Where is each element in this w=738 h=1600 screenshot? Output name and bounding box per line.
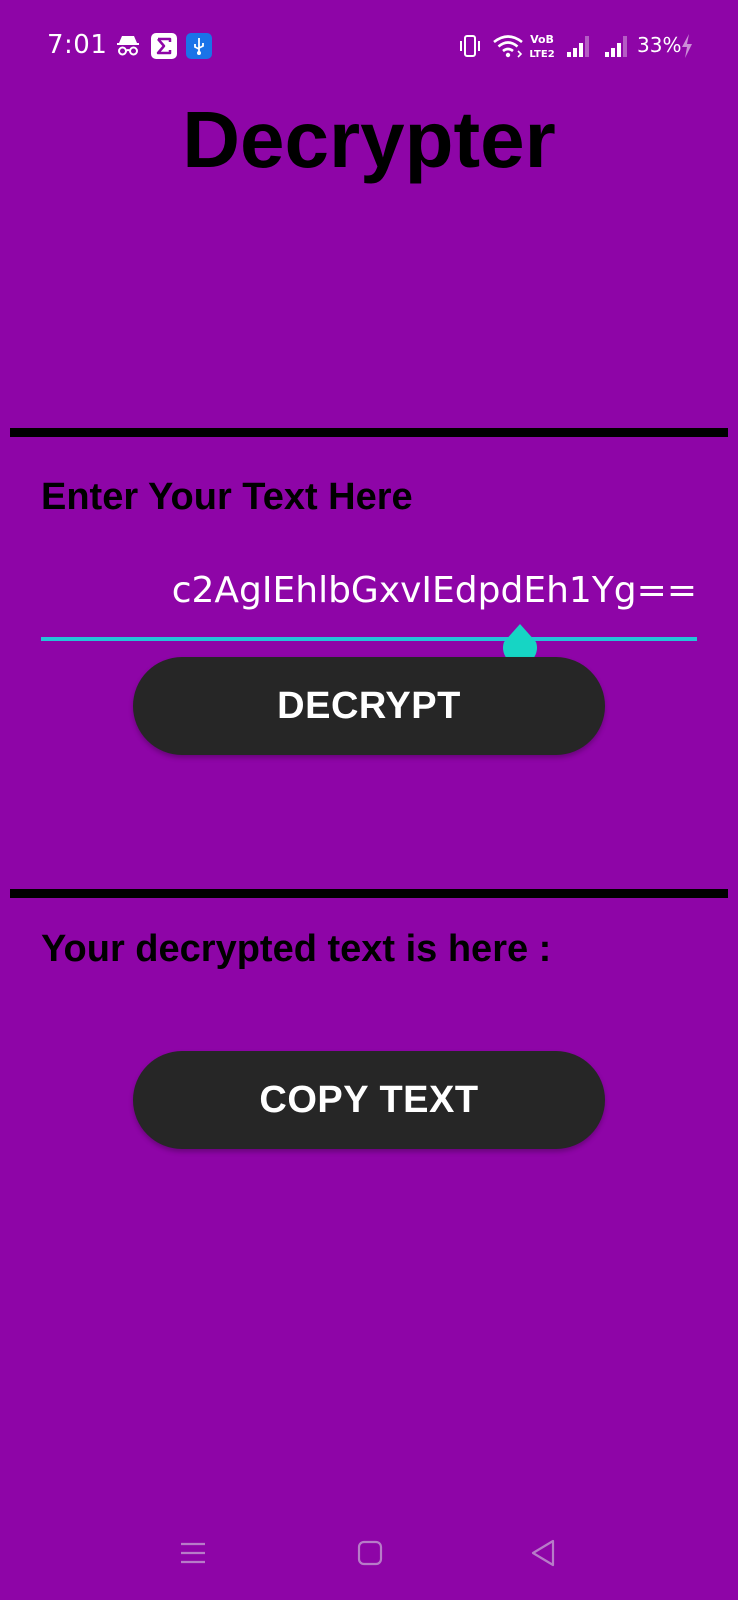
home-icon[interactable] bbox=[355, 1538, 385, 1573]
svg-text:VoB: VoB bbox=[530, 33, 554, 46]
middle-divider bbox=[10, 889, 728, 898]
vibrate-icon bbox=[458, 33, 482, 64]
signal-icon bbox=[566, 33, 592, 64]
decrypt-button[interactable]: DECRYPT bbox=[133, 657, 605, 755]
volte-icon: VoB LTE2 bbox=[529, 31, 555, 66]
back-icon[interactable] bbox=[528, 1538, 558, 1573]
sigma-app-icon bbox=[151, 33, 177, 64]
output-label: Your decrypted text is here : bbox=[41, 928, 552, 970]
battery-percent: 33% bbox=[637, 33, 682, 57]
input-label: Enter Your Text Here bbox=[41, 476, 413, 518]
usb-icon bbox=[186, 33, 212, 64]
menu-icon[interactable] bbox=[178, 1538, 208, 1573]
signal-icon bbox=[604, 33, 630, 64]
wifi-icon bbox=[492, 33, 524, 64]
status-bar: 7:01 VoB LTE2 33% bbox=[0, 0, 738, 92]
app-title: Decrypter bbox=[182, 95, 556, 184]
incognito-icon bbox=[115, 33, 141, 64]
copy-text-button[interactable]: COPY TEXT bbox=[133, 1051, 605, 1149]
svg-text:LTE2: LTE2 bbox=[529, 49, 554, 60]
text-input[interactable]: c2AgIEhlbGxvIEdpdEh1Yg== bbox=[172, 570, 697, 611]
status-time: 7:01 bbox=[47, 30, 108, 60]
navigation-bar bbox=[0, 1510, 738, 1600]
charging-icon bbox=[680, 33, 694, 64]
input-underline bbox=[41, 637, 697, 641]
text-input-field[interactable]: c2AgIEhlbGxvIEdpdEh1Yg== bbox=[41, 560, 697, 640]
top-divider bbox=[10, 428, 728, 437]
